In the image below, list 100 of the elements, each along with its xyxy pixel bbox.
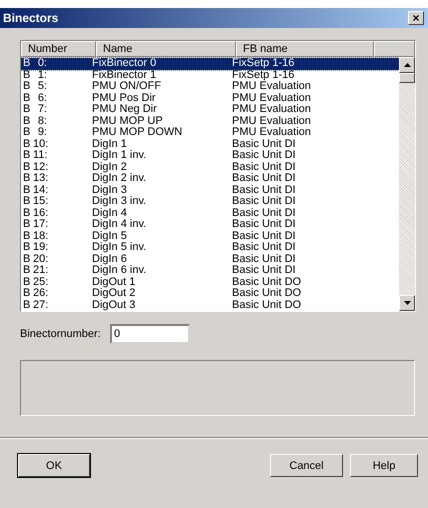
scroll-down-button[interactable] <box>399 295 415 311</box>
table-cell-text: PMU Evaluation <box>232 104 312 116</box>
table-cell-text: DigOut 2 <box>92 288 136 300</box>
table-cell-text: Basic Unit DI <box>232 265 297 276</box>
list-row[interactable]: B 7: PMU Neg Dir PMU Evaluation <box>21 104 399 116</box>
table-cell-text: DigIn 5 <box>92 230 128 242</box>
list-row[interactable]: B 11: DigIn 1 inv. Basic Unit DI <box>21 150 399 162</box>
column-header[interactable]: Number <box>21 41 96 57</box>
list-row[interactable]: B 21: DigIn 6 inv. Basic Unit DI <box>21 265 399 276</box>
table-cell-text: Basic Unit DO <box>232 300 302 311</box>
table-cell: 12: <box>33 162 47 173</box>
up-arrow-icon <box>404 63 410 67</box>
table-cell-text: Basic Unit DI <box>232 242 297 254</box>
list-row[interactable]: B 6: PMU Pos Dir PMU Evaluation <box>21 92 399 104</box>
scroll-thumb[interactable] <box>399 73 415 83</box>
ok-button[interactable]: OK <box>18 454 90 477</box>
table-cell-text: B <box>22 70 32 81</box>
table-cell: 14: <box>33 184 47 196</box>
table-cell-text: B <box>22 116 32 127</box>
table-cell-text: DigIn 5 inv. <box>92 242 148 254</box>
table-cell-text: B <box>22 208 32 219</box>
table-cell-text: B <box>22 104 32 116</box>
list-row[interactable]: B 8: PMU MOP UP PMU Evaluation <box>21 116 399 127</box>
table-cell-text: Basic Unit DI <box>232 138 297 150</box>
list-row[interactable]: B 14: DigIn 3 Basic Unit DI <box>21 184 399 196</box>
list-row[interactable]: B 9: PMU MOP DOWN PMU Evaluation <box>21 127 399 138</box>
table-cell: 16: <box>33 208 47 219</box>
list-row[interactable]: B 12: DigIn 2 Basic Unit DI <box>21 162 399 173</box>
table-cell: 10: <box>33 138 47 150</box>
list-row[interactable]: B 10: DigIn 1 Basic Unit DI <box>21 138 399 150</box>
table-cell-text: 7: <box>36 104 47 116</box>
list-row[interactable]: B 27: DigOut 3 Basic Unit DO <box>21 300 399 311</box>
table-cell-text: B <box>22 288 32 300</box>
down-arrow-icon <box>404 301 410 305</box>
table-cell-text: B <box>22 162 32 173</box>
table-cell-text: Basic Unit DI <box>232 184 297 196</box>
table-cell-text: B <box>22 127 32 138</box>
help-button[interactable]: Help <box>350 454 418 477</box>
table-cell-text: Basic Unit DI <box>232 162 297 173</box>
table-cell-text: DigIn 4 inv. <box>92 219 148 230</box>
table-cell-text: DigOut 1 <box>92 276 136 288</box>
close-button[interactable]: × <box>408 11 424 25</box>
table-cell-text: FixBinector 0 <box>92 58 158 70</box>
table-cell-text: DigIn 1 inv. <box>92 150 148 162</box>
table-cell: 13: <box>33 173 47 184</box>
list-row[interactable]: B 18: DigIn 5 Basic Unit DI <box>21 230 399 242</box>
list-row[interactable]: B 15: DigIn 3 inv. Basic Unit DI <box>21 196 399 208</box>
list-row[interactable]: B 5: PMU ON/OFF PMU Evaluation <box>21 81 399 92</box>
table-cell-text: B <box>22 242 32 254</box>
table-cell-text: DigIn 1 <box>92 138 128 150</box>
table-cell-text: B <box>22 265 32 276</box>
table-cell-text: 9: <box>36 127 47 138</box>
table-cell-text: Basic Unit DI <box>232 196 297 208</box>
window-title: Binectors <box>3 11 58 25</box>
table-cell-text: B <box>22 81 32 92</box>
table-cell-text: FixSetp 1-16 <box>232 58 296 70</box>
table-cell-text: B <box>22 138 32 150</box>
table-cell-text: PMU Evaluation <box>232 127 312 138</box>
column-header[interactable]: FB name <box>236 41 374 57</box>
input-field[interactable]: 0 <box>110 324 190 344</box>
table-cell-text: 8: <box>36 116 47 127</box>
table-cell-text: Basic Unit DO <box>232 288 302 300</box>
table-cell-text: DigIn 6 <box>92 254 128 265</box>
table-cell-text: B <box>22 184 32 196</box>
table-cell-text: FixSetp 1-16 <box>232 70 296 81</box>
table-cell-text: Basic Unit DO <box>232 276 302 288</box>
table-cell-text: B <box>22 58 32 70</box>
table-cell: 20: <box>33 254 47 265</box>
table-cell-text: PMU Evaluation <box>232 92 312 104</box>
table-cell-text: PMU Evaluation <box>232 116 312 127</box>
table-cell-text: B <box>22 276 32 288</box>
list-row[interactable]: B 13: DigIn 2 inv. Basic Unit DI <box>21 173 399 184</box>
list-row[interactable]: B 19: DigIn 5 inv. Basic Unit DI <box>21 242 399 254</box>
list-row[interactable]: B 16: DigIn 4 Basic Unit DI <box>21 208 399 219</box>
table-cell-text: B <box>22 254 32 265</box>
table-cell-text: DigIn 6 inv. <box>92 265 148 276</box>
table-cell-text: DigIn 2 inv. <box>92 173 148 184</box>
table-cell-text: PMU Pos Dir <box>92 92 157 104</box>
table-cell-text: PMU Evaluation <box>232 81 312 92</box>
table-cell-text: Basic Unit DI <box>232 208 297 219</box>
scrollbar[interactable] <box>399 57 415 311</box>
table-cell-text: Basic Unit DI <box>232 219 297 230</box>
list-row[interactable]: B 26: DigOut 2 Basic Unit DO <box>21 288 399 300</box>
list-row[interactable]: B 0: FixBinector 0 FixSetp 1-16 <box>21 58 399 70</box>
table-cell-text: Basic Unit DI <box>232 150 297 162</box>
table-cell-text: Basic Unit DI <box>232 230 297 242</box>
list-row[interactable]: B 1: FixBinector 1 FixSetp 1-16 <box>21 70 399 81</box>
column-header[interactable]: Name <box>96 41 236 57</box>
table-cell-text: 6: <box>36 92 47 104</box>
list-row[interactable]: B 17: DigIn 4 inv. Basic Unit DI <box>21 219 399 230</box>
table-cell-text: B <box>22 196 32 208</box>
table-cell-text: 5: <box>36 81 47 92</box>
list-row[interactable]: B 20: DigIn 6 Basic Unit DI <box>21 254 399 265</box>
list-row[interactable]: B 25: DigOut 1 Basic Unit DO <box>21 276 399 288</box>
scroll-up-button[interactable] <box>399 57 415 73</box>
cancel-button[interactable]: Cancel <box>270 454 343 477</box>
table-cell: 27: <box>33 300 47 311</box>
table-cell-text: DigIn 4 <box>92 208 128 219</box>
table-cell-text: DigIn 3 <box>92 184 128 196</box>
table-cell-text: B <box>22 219 32 230</box>
